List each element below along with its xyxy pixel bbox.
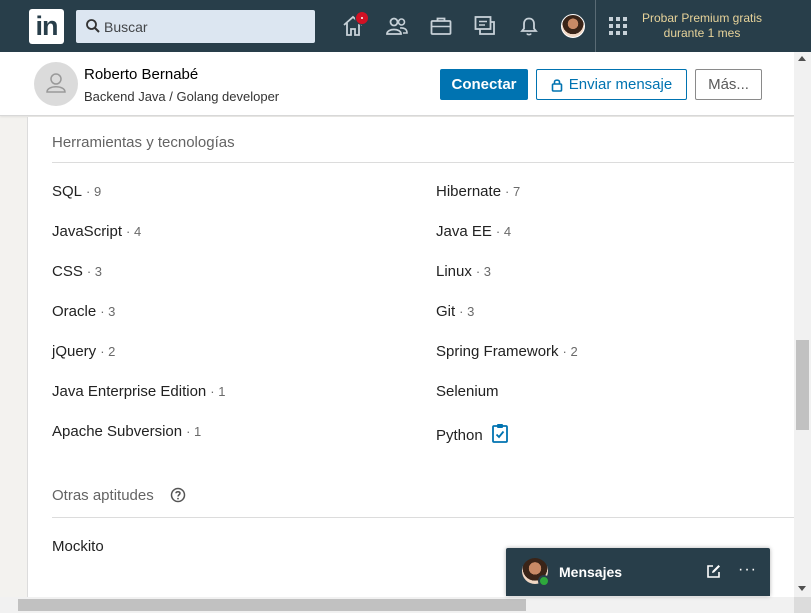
skill-item[interactable]: JavaScript · 4 [52,223,141,240]
network-icon[interactable] [385,14,409,38]
skill-item[interactable]: jQuery · 2 [52,343,115,360]
online-status-indicator [538,575,550,587]
profile-header-bar: Roberto Bernabé Backend Java / Golang de… [0,52,794,116]
more-button[interactable]: Más... [695,69,762,100]
skill-assessment-icon[interactable] [491,423,509,443]
more-options-icon[interactable]: ··· [738,561,757,579]
skill-name: Python [436,427,483,444]
scrollbar-thumb[interactable] [796,340,809,430]
avatar[interactable] [561,14,585,38]
premium-link[interactable]: Probar Premium gratis durante 1 mes [638,11,766,41]
skill-name: Git [436,303,456,320]
apps-grid-icon[interactable] [608,16,628,36]
messaging-bar[interactable]: Mensajes ··· [506,548,770,596]
other-skills-title: Otras aptitudes [52,487,154,504]
skill-name: Hibernate [436,183,502,200]
skill-item[interactable]: Apache Subversion · 1 [52,423,201,440]
divider [52,517,795,518]
skill-name: JavaScript [52,223,123,240]
skills-card: Herramientas y tecnologías SQL · 9 JavaScr… [27,117,795,597]
skill-name: Spring Framework [436,343,559,360]
skill-item[interactable]: Linux · 3 [436,263,491,280]
notifications-icon[interactable] [517,14,541,38]
skill-name: SQL [52,183,83,200]
scroll-down-arrow[interactable] [798,586,806,591]
vertical-scrollbar[interactable] [794,52,811,597]
endorsement-count: · 9 [86,184,102,199]
scroll-up-arrow[interactable] [798,56,806,61]
skill-item[interactable]: Git · 3 [436,303,474,320]
skill-item[interactable]: Java Enterprise Edition · 1 [52,383,225,400]
endorsement-count: · 3 [86,264,103,279]
compose-icon[interactable] [706,564,721,579]
skill-name: CSS [52,263,83,280]
skill-item[interactable]: Spring Framework · 2 [436,343,578,360]
help-icon[interactable] [170,487,186,503]
skill-name: Mockito [52,538,104,555]
skill-name: Apache Subversion [52,423,183,440]
send-message-label: Enviar mensaje [568,76,673,93]
connect-button[interactable]: Conectar [440,69,528,100]
endorsement-count: · 7 [505,184,521,199]
profile-headline: Backend Java / Golang developer [84,89,280,104]
profile-avatar[interactable] [34,62,78,106]
search-icon [86,19,100,33]
top-nav: in Buscar Probar Premium gratis durante … [0,0,811,52]
endorsement-count: · 4 [126,224,142,239]
tools-section-title: Herramientas y tecnologías [52,134,235,151]
scrollbar-thumb[interactable] [18,599,526,611]
scrollbar-corner [794,597,811,613]
endorsement-count: · 3 [459,304,475,319]
logo-text: in [35,11,59,41]
endorsement-count: · 1 [186,424,202,439]
skill-item[interactable]: Python [436,423,509,444]
skill-name: Java EE [436,223,492,240]
skill-item[interactable]: Oracle · 3 [52,303,115,320]
linkedin-logo[interactable]: in [29,9,64,44]
skill-name: Selenium [436,383,499,400]
endorsement-count: · 2 [562,344,578,359]
person-placeholder-icon [46,73,66,93]
endorsement-count: · 2 [100,344,116,359]
skill-item[interactable]: SQL · 9 [52,183,101,200]
profile-name: Roberto Bernabé [84,66,199,83]
endorsement-count: · 3 [100,304,116,319]
notification-badge [355,11,369,25]
messaging-icon[interactable] [473,14,497,38]
endorsement-count: · 4 [495,224,512,239]
endorsement-count: · 1 [210,384,226,399]
messaging-label: Mensajes [559,564,623,580]
divider [52,162,795,163]
skill-name: jQuery [52,343,97,360]
premium-line2: durante 1 mes [663,26,741,40]
jobs-icon[interactable] [429,14,453,38]
skill-item[interactable]: Hibernate · 7 [436,183,520,200]
skill-name: Oracle [52,303,97,320]
premium-line1: Probar Premium gratis [641,11,763,25]
skill-item[interactable]: CSS · 3 [52,263,102,280]
lock-icon [551,78,563,92]
skill-name: Linux [436,263,472,280]
horizontal-scrollbar[interactable] [0,597,794,613]
skill-item[interactable]: Mockito [52,538,104,555]
nav-divider [595,0,596,52]
skill-item[interactable]: Selenium [436,383,499,400]
send-message-button[interactable]: Enviar mensaje [536,69,687,100]
search-box[interactable] [76,10,315,43]
search-input[interactable] [104,10,309,43]
skill-item[interactable]: Java EE · 4 [436,223,511,240]
skill-name: Java Enterprise Edition [52,383,207,400]
endorsement-count: · 3 [475,264,492,279]
